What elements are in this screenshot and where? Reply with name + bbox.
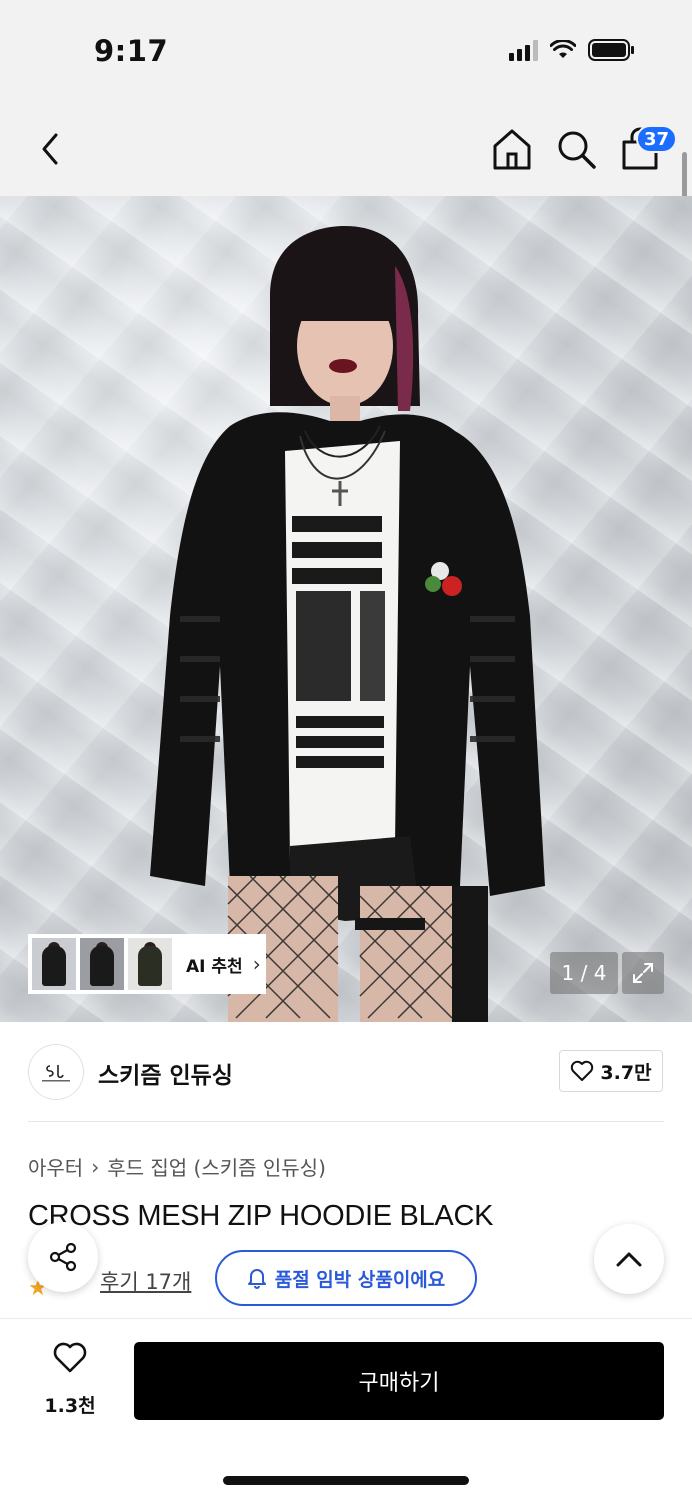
divider (28, 1121, 664, 1122)
recommend-thumbnail[interactable] (128, 938, 172, 990)
cart-count-badge: 37 (636, 125, 678, 153)
home-button[interactable] (490, 126, 534, 172)
home-icon (493, 129, 531, 170)
status-bar: 9:17 (0, 0, 692, 100)
brand-name[interactable]: 스키즘 인듀싱 (98, 1056, 233, 1090)
battery-icon (588, 39, 634, 61)
brand-logo[interactable] (28, 1044, 84, 1100)
buy-button[interactable]: 구매하기 (134, 1342, 664, 1420)
product-title: CROSS MESH ZIP HOODIE BLACK (28, 1200, 494, 1232)
ai-recommend-strip[interactable]: AI 추천 › (28, 934, 266, 994)
share-button[interactable] (28, 1222, 98, 1292)
recommend-thumbnail[interactable] (32, 938, 76, 990)
product-like-button[interactable]: 1.3천 (36, 1342, 104, 1418)
expand-icon (633, 963, 653, 983)
status-icons (509, 38, 636, 62)
search-icon (558, 131, 596, 169)
product-photo (150, 226, 545, 1022)
status-time: 9:17 (94, 34, 169, 68)
navigation-bar (0, 100, 692, 196)
brand-like-count: 3.7만 (600, 1061, 652, 1084)
expand-image-button[interactable] (622, 952, 664, 994)
scroll-to-top-button[interactable] (594, 1224, 664, 1294)
breadcrumb-category[interactable]: 아우터 (28, 1152, 83, 1181)
ai-recommend-label: AI 추천 (186, 956, 243, 977)
cellular-signal-icon (509, 39, 538, 61)
breadcrumb-separator: › (91, 1154, 100, 1179)
review-link[interactable]: 후기 17개 (100, 1266, 191, 1296)
bell-icon (247, 1269, 266, 1289)
search-button[interactable] (554, 126, 598, 172)
product-image-carousel[interactable]: AI 추천 › 1 / 4 (0, 196, 692, 1022)
breadcrumb-subcategory[interactable]: 후드 집업 (스키즘 인듀싱) (107, 1152, 326, 1181)
brand-like-button[interactable]: 3.7만 (559, 1050, 663, 1092)
back-button[interactable] (30, 126, 70, 172)
chevron-up-icon (616, 1252, 642, 1267)
stock-alert-button[interactable]: 품절 임박 상품이에요 (215, 1250, 477, 1306)
stock-alert-label: 품절 임박 상품이에요 (274, 1268, 446, 1291)
home-indicator (223, 1476, 469, 1485)
breadcrumb: 아우터 › 후드 집업 (스키즘 인듀싱) (28, 1152, 326, 1181)
image-page-counter: 1 / 4 (550, 952, 618, 994)
chevron-left-icon (42, 133, 58, 165)
chevron-right-icon: › (252, 952, 261, 976)
wifi-icon (550, 40, 576, 58)
product-like-count: 1.3천 (44, 1395, 96, 1417)
heart-outline-icon (571, 1060, 594, 1081)
share-icon (49, 1242, 77, 1272)
heart-outline-icon (53, 1342, 87, 1373)
recommend-thumbnail[interactable] (80, 938, 124, 990)
brand-logo-mark (42, 1065, 70, 1082)
